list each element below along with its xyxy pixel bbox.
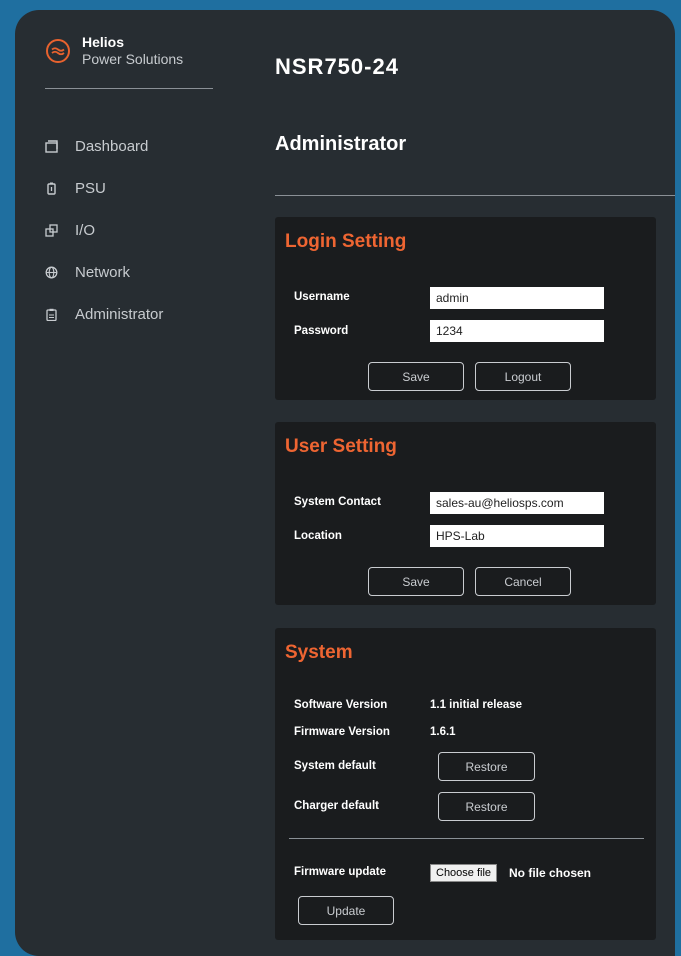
system-divider [289,838,644,839]
brand-text: Helios Power Solutions [82,34,183,68]
sidebar-item-label: Administrator [75,305,164,323]
sidebar-nav: Dashboard PSU I/O Network Administrator [45,125,163,335]
charger-default-label: Charger default [294,800,379,812]
username-label: Username [294,291,350,303]
sidebar-item-dashboard[interactable]: Dashboard [45,125,163,167]
sidebar-item-psu[interactable]: PSU [45,167,163,209]
brand-name: Helios [82,34,125,50]
charger-restore-button[interactable]: Restore [438,792,535,821]
user-save-button[interactable]: Save [368,567,464,596]
user-setting-title: User Setting [285,436,397,457]
cancel-button[interactable]: Cancel [475,567,571,596]
system-contact-input[interactable] [430,492,604,514]
clipboard-icon [46,308,57,321]
helios-logo-icon [46,39,70,63]
brand: Helios Power Solutions [46,34,183,68]
username-input[interactable] [430,287,604,309]
sidebar-item-label: I/O [75,221,96,239]
globe-icon [45,266,58,278]
app-window: Helios Power Solutions Dashboard PSU I/O… [15,10,675,956]
file-status-text: No file chosen [509,866,592,880]
user-setting-panel: User Setting System Contact Location Sav… [275,422,656,605]
firmware-update-label: Firmware update [294,866,387,878]
page-title: Administrator [275,133,407,155]
sidebar: Helios Power Solutions Dashboard PSU I/O… [15,10,245,956]
system-panel: System Software Version 1.1 initial rele… [275,628,656,940]
location-label: Location [294,530,342,542]
system-restore-button[interactable]: Restore [438,752,535,781]
sidebar-item-io[interactable]: I/O [45,209,163,251]
login-setting-title: Login Setting [285,231,407,252]
login-save-button[interactable]: Save [368,362,464,391]
password-input[interactable] [430,320,604,342]
header-divider [275,195,675,196]
system-default-label: System default [294,760,376,772]
system-contact-label: System Contact [294,496,381,508]
firmware-version-value: 1.6.1 [430,726,456,738]
io-icon [45,223,58,237]
brand-tagline: Power Solutions [82,51,184,67]
product-title: NSR750-24 [275,54,399,79]
logout-button[interactable]: Logout [475,362,571,391]
main-content: NSR750-24 Administrator Login Setting Us… [275,10,675,956]
dashboard-icon [45,139,58,153]
firmware-version-label: Firmware Version [294,726,390,738]
software-version-label: Software Version [294,699,388,711]
sidebar-item-label: PSU [75,179,106,197]
location-input[interactable] [430,525,604,547]
battery-icon [47,182,56,195]
sidebar-item-label: Network [75,263,131,281]
sidebar-item-label: Dashboard [75,137,149,155]
update-button[interactable]: Update [298,896,394,925]
system-title: System [285,642,353,663]
software-version-value: 1.1 initial release [430,699,523,711]
choose-file-button[interactable]: Choose file [430,864,498,882]
sidebar-item-administrator[interactable]: Administrator [45,293,163,335]
login-setting-panel: Login Setting Username Password Save Log… [275,217,656,400]
brand-divider [45,88,213,89]
sidebar-item-network[interactable]: Network [45,251,163,293]
password-label: Password [294,325,349,337]
